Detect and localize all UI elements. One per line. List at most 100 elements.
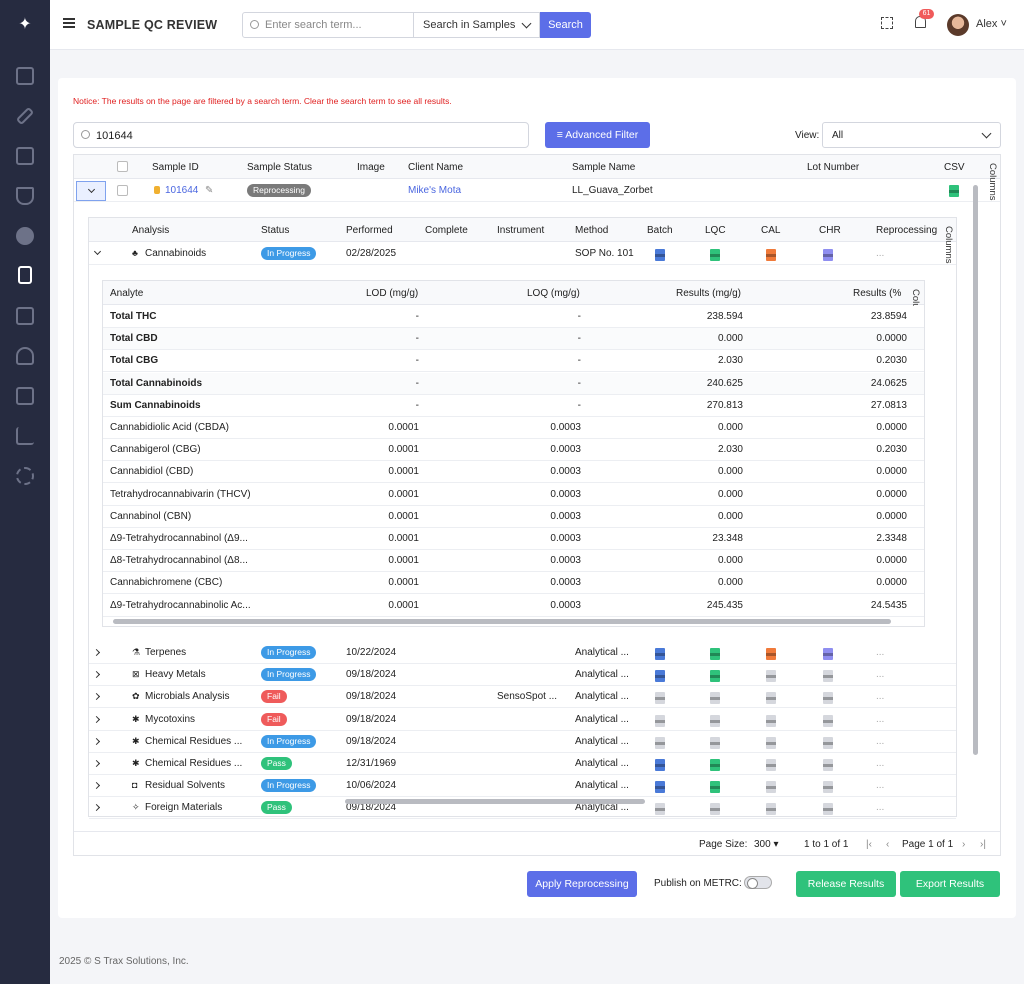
analysis-row[interactable]: ◘ Residual Solvents In Progress 10/06/2024 A… (89, 775, 956, 798)
analysis-row[interactable]: ✱ Mycotoxins Fail 09/18/2024 Analytical ....… (89, 709, 956, 731)
lqc-file-icon[interactable] (710, 670, 720, 683)
lqc-file-icon[interactable] (710, 692, 720, 705)
chevron-right-icon[interactable] (92, 671, 101, 679)
col-analysis[interactable]: Analysis (132, 225, 169, 236)
lqc-file-icon[interactable] (710, 803, 720, 816)
analyte-row[interactable]: Δ9-Tetrahydrocannabinol (Δ9... 0.0001 0.00… (103, 528, 924, 550)
col-performed[interactable]: Performed (346, 225, 393, 236)
page-size-select[interactable]: 300 ▾ (754, 839, 779, 850)
batch-file-icon[interactable] (655, 249, 665, 261)
analyte-row[interactable]: Total CBD - - 0.000 0.0000 (103, 328, 924, 351)
analyte-row[interactable]: Cannabinol (CBN) 0.0001 0.0003 0.000 0.0000 (103, 505, 924, 528)
analyte-row[interactable]: Cannabichromene (CBC) 0.0001 0.0003 0.000 0.… (103, 572, 924, 595)
analyte-row[interactable]: Total Cannabinoids - - 240.625 24.0625 (103, 372, 924, 395)
chr-file-icon[interactable] (823, 670, 833, 683)
avatar[interactable] (947, 14, 969, 36)
batch-file-icon[interactable] (655, 803, 665, 816)
chevron-right-icon[interactable] (92, 759, 101, 768)
advanced-filter-button[interactable]: ≡ Advanced Filter (545, 122, 650, 148)
menu-icon[interactable] (63, 18, 75, 28)
logo-icon[interactable]: ✦ (14, 14, 36, 36)
chevron-down-icon[interactable] (93, 247, 102, 256)
col-analyte[interactable]: Analyte (110, 288, 143, 299)
sample-qc-icon[interactable] (18, 266, 32, 284)
analysis-row[interactable]: ✱ Chemical Residues ... In Progress 09/18/2… (89, 731, 956, 753)
col-results-mg[interactable]: Results (mg/g) (676, 288, 741, 299)
sample-row[interactable]: 101644 ✎ Reprocessing Mike's Mota LL_Gua… (74, 180, 1000, 202)
users-icon[interactable] (16, 347, 34, 365)
col-loq[interactable]: LOQ (mg/g) (527, 288, 580, 299)
col-reprocessing[interactable]: Reprocessing (876, 225, 937, 236)
global-search-input[interactable]: Enter search term... (242, 12, 414, 38)
col-client-name[interactable]: Client Name (408, 162, 463, 173)
batch-file-icon[interactable] (655, 759, 665, 771)
analysis-row-cannabinoids[interactable]: ♣ Cannabinoids In Progress 02/28/2025 SO… (89, 243, 956, 265)
lqc-file-icon[interactable] (710, 648, 720, 660)
expand-toggle[interactable] (76, 181, 106, 201)
chr-file-icon[interactable] (823, 648, 833, 660)
analysis-row[interactable]: ⚗ Terpenes In Progress 10/22/2024 Analytical… (89, 642, 956, 664)
analyte-row[interactable]: Sum Cannabinoids - - 270.813 27.0813 (103, 394, 924, 417)
analyte-row[interactable]: Total CBG - - 2.030 0.2030 (103, 350, 924, 373)
col-instrument[interactable]: Instrument (497, 225, 544, 236)
search-button[interactable]: Search (540, 12, 591, 38)
chevron-right-icon[interactable] (92, 648, 101, 657)
batch-file-icon[interactable] (655, 648, 665, 660)
cal-file-icon[interactable] (766, 249, 776, 261)
user-menu[interactable]: Alex ˅ (976, 18, 1007, 30)
chevron-right-icon[interactable] (92, 804, 101, 812)
next-page-icon[interactable]: › (962, 839, 965, 850)
chr-file-icon[interactable] (823, 781, 833, 794)
cal-file-icon[interactable] (766, 670, 776, 683)
csv-file-icon[interactable] (949, 185, 959, 197)
edit-icon[interactable]: ✎ (205, 185, 213, 196)
col-results-pct[interactable]: Results (% (853, 288, 901, 299)
col-lqc[interactable]: LQC (705, 225, 726, 236)
chr-file-icon[interactable] (823, 736, 833, 749)
cal-file-icon[interactable] (766, 736, 776, 749)
analyte-row[interactable]: Total THC - - 238.594 23.8594 (103, 306, 924, 328)
col-batch[interactable]: Batch (647, 225, 673, 236)
release-results-button[interactable]: Release Results (796, 871, 896, 897)
cal-file-icon[interactable] (766, 803, 776, 816)
col-complete[interactable]: Complete (425, 225, 468, 236)
report-icon[interactable] (16, 307, 34, 325)
analysis-row[interactable]: ✿ Microbials Analysis Fail 09/18/2024 SensoS… (89, 686, 956, 709)
chr-file-icon[interactable] (823, 714, 833, 727)
chr-file-icon[interactable] (823, 759, 833, 771)
chart-icon[interactable] (16, 427, 34, 445)
chevron-right-icon[interactable] (92, 693, 101, 701)
analysis-row[interactable]: ✱ Chemical Residues ... Pass 12/31/1969 Anal… (89, 753, 956, 775)
cal-file-icon[interactable] (766, 648, 776, 660)
col-sample-name[interactable]: Sample Name (572, 162, 635, 173)
fullscreen-icon[interactable] (881, 17, 893, 29)
prev-page-icon[interactable]: ‹ (886, 839, 889, 850)
chr-file-icon[interactable] (823, 249, 833, 261)
cal-file-icon[interactable] (766, 692, 776, 705)
lqc-file-icon[interactable] (710, 249, 720, 261)
last-page-icon[interactable]: ›| (980, 839, 986, 850)
apply-reprocessing-button[interactable]: Apply Reprocessing (527, 871, 637, 897)
analyte-row[interactable]: Cannabigerol (CBG) 0.0001 0.0003 2.030 0.203… (103, 439, 924, 462)
analyte-row[interactable]: Δ8-Tetrahydrocannabinol (Δ8... 0.0001 0.00… (103, 550, 924, 573)
chevron-right-icon[interactable] (92, 715, 101, 723)
analyte-row[interactable]: Tetrahydrocannabivarin (THCV) 0.0001 0.000… (103, 483, 924, 506)
dashboard-icon[interactable] (16, 67, 34, 85)
first-page-icon[interactable]: |‹ (866, 839, 872, 850)
col-sample-id[interactable]: Sample ID (152, 162, 199, 173)
pipette-icon[interactable] (15, 106, 35, 126)
col-image[interactable]: Image (357, 162, 385, 173)
col-sample-status[interactable]: Sample Status (247, 162, 312, 173)
analysis-row[interactable]: ⊠ Heavy Metals In Progress 09/18/2024 Analyt… (89, 664, 956, 687)
col-csv[interactable]: CSV (944, 162, 965, 173)
col-lod[interactable]: LOD (mg/g) (366, 288, 418, 299)
flask-icon[interactable] (16, 187, 34, 205)
cal-file-icon[interactable] (766, 714, 776, 727)
col-cal[interactable]: CAL (761, 225, 780, 236)
batch-file-icon[interactable] (655, 714, 665, 727)
horizontal-scrollbar[interactable] (345, 799, 645, 804)
col-lot-number[interactable]: Lot Number (807, 162, 859, 173)
select-all-checkbox[interactable] (117, 161, 128, 172)
camera-icon[interactable] (16, 387, 34, 405)
batch-file-icon[interactable] (655, 692, 665, 705)
